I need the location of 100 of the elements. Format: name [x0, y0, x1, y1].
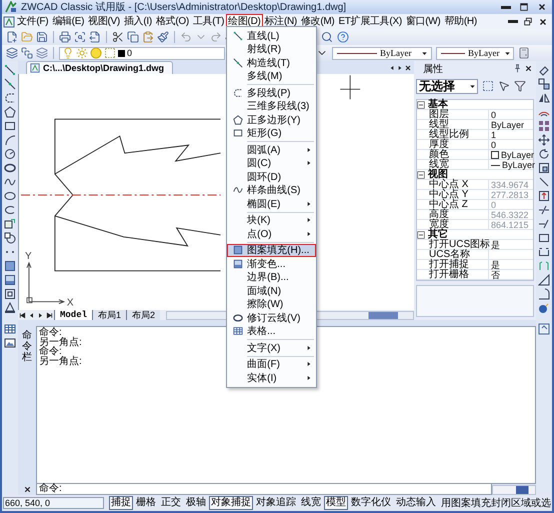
property-value[interactable]: 是 [489, 260, 533, 270]
menu-item[interactable]: 实体(I) [227, 371, 316, 384]
menu-item[interactable]: 图案填充(H)... [227, 244, 316, 257]
break-at-point-icon[interactable] [538, 246, 550, 258]
layer-dropdown[interactable]: 0 [59, 46, 225, 60]
menu-item[interactable]: 文件(F) [15, 14, 50, 29]
status-toggle[interactable]: 极轴 [184, 496, 208, 510]
region-icon[interactable] [4, 288, 16, 300]
property-value[interactable]: 否 [489, 270, 533, 280]
rotate-icon[interactable] [538, 148, 550, 160]
layout-tab[interactable]: Model [54, 310, 92, 320]
close-icon[interactable] [22, 485, 32, 494]
collapse-icon[interactable] [417, 231, 425, 239]
export-icon[interactable] [89, 31, 101, 43]
layout-tab[interactable]: 布局1 [92, 310, 126, 320]
menu-item[interactable]: 视图(V) [86, 14, 122, 29]
collapse-icon[interactable] [417, 101, 425, 109]
collapse-icon[interactable] [417, 171, 425, 179]
menu-item[interactable]: 格式(O) [154, 14, 191, 29]
bomb-icon[interactable] [538, 302, 550, 314]
property-value[interactable]: 0 [489, 140, 533, 150]
filter-icon[interactable] [514, 80, 526, 92]
menu-item[interactable]: 面域(N) [227, 284, 316, 298]
break-icon[interactable] [538, 232, 550, 244]
status-toggle[interactable]: 动态输入 [394, 496, 438, 510]
menu-item[interactable]: 渐变色... [227, 257, 316, 270]
pentagon-icon[interactable] [4, 106, 16, 118]
cloud-icon[interactable] [4, 162, 16, 174]
menu-item[interactable]: 修改(M) [298, 14, 336, 29]
status-toggle[interactable]: 正交 [159, 496, 183, 510]
diagonal-line-icon[interactable] [538, 176, 550, 188]
document-tab[interactable]: C:\...\Desktop\Drawing1.dwg [26, 61, 174, 74]
status-toggle[interactable]: 数字化仪 [349, 496, 393, 510]
printer-icon[interactable] [59, 31, 71, 43]
menu-item[interactable]: 直线(L) [227, 29, 316, 42]
status-toggle[interactable]: 栅格 [134, 496, 158, 510]
line-icon[interactable] [4, 64, 16, 76]
fillet-icon[interactable] [538, 288, 550, 300]
menu-item[interactable]: 圆环(D) [227, 170, 316, 184]
menu-item[interactable]: 矩形(G) [227, 126, 316, 140]
menu-item[interactable]: 帮助(H) [442, 14, 479, 29]
previous-tab-icon[interactable] [388, 64, 396, 72]
menu-item[interactable]: 文字(X) [227, 341, 316, 354]
pointer-icon[interactable] [498, 80, 510, 92]
close-icon[interactable] [404, 64, 412, 72]
hatch-icon[interactable] [4, 260, 16, 272]
menu-item[interactable]: 工具(T) [190, 14, 226, 29]
menu-item[interactable]: 圆弧(A) [227, 143, 316, 156]
scrollbar[interactable] [492, 484, 536, 494]
property-value[interactable]: 0 [489, 110, 533, 120]
save-icon[interactable] [36, 31, 48, 43]
rectangle-icon[interactable] [4, 120, 16, 132]
status-toggle[interactable]: 线宽 [299, 496, 323, 510]
command-input[interactable]: 命令: [36, 484, 492, 495]
menu-item[interactable]: 插入(I) [122, 14, 154, 29]
eraser-icon[interactable] [538, 64, 550, 76]
property-value[interactable]: ByLayer [489, 120, 533, 130]
square-icon[interactable] [104, 47, 116, 59]
menu-item[interactable]: 圆(C) [227, 156, 316, 170]
lineweight-dropdown[interactable]: ByLayer [436, 46, 514, 60]
layers-icon[interactable] [6, 47, 18, 59]
select-objects-icon[interactable] [482, 80, 494, 92]
block-icon[interactable] [4, 218, 16, 230]
mirror-icon[interactable] [538, 92, 550, 104]
brush-icon[interactable] [157, 31, 169, 43]
polyline-icon[interactable] [4, 92, 16, 104]
property-value[interactable]: 1 [489, 130, 533, 140]
calculator-icon[interactable] [518, 47, 530, 59]
arc-icon[interactable] [4, 134, 16, 146]
property-value[interactable]: 是 [489, 240, 533, 250]
menu-item[interactable]: 边界(B)... [227, 270, 316, 284]
array-icon[interactable] [538, 120, 550, 132]
linetype-dropdown[interactable]: ByLayer [332, 46, 432, 60]
menu-item[interactable]: 表格... [227, 324, 316, 338]
circle-icon[interactable] [4, 148, 16, 160]
menu-item[interactable]: 窗口(W) [404, 14, 442, 29]
copy-icon[interactable] [538, 78, 550, 90]
table-icon[interactable] [4, 323, 16, 335]
trim-icon[interactable] [538, 204, 550, 216]
spline-icon[interactable] [4, 176, 16, 188]
zoom-icon[interactable] [321, 31, 333, 43]
status-toggle[interactable]: 模型 [324, 496, 348, 510]
menu-item[interactable]: 三维多段线(3) [227, 100, 316, 113]
menu-item[interactable]: 样条曲线(S) [227, 184, 316, 197]
new-file-icon[interactable] [6, 31, 18, 43]
redo-icon[interactable] [210, 31, 222, 43]
scale-icon[interactable] [538, 162, 550, 174]
menu-item[interactable]: 构造线(T) [227, 56, 316, 70]
status-toggle[interactable]: 对象追踪 [254, 496, 298, 510]
triangle-icon[interactable] [4, 302, 16, 314]
layout-tab[interactable]: 布局2 [126, 310, 160, 320]
copy-icon[interactable] [127, 31, 139, 43]
property-value[interactable]: ByLayer [489, 150, 534, 160]
elliptical-arc-icon[interactable] [4, 204, 16, 216]
menu-item[interactable]: 块(K) [227, 214, 316, 227]
chamfer-icon[interactable] [538, 274, 550, 286]
preview-icon[interactable] [74, 31, 86, 43]
gradient-icon[interactable] [4, 274, 16, 286]
menu-item[interactable]: 编辑(E) [50, 14, 86, 29]
first-tab-icon[interactable] [18, 310, 27, 320]
